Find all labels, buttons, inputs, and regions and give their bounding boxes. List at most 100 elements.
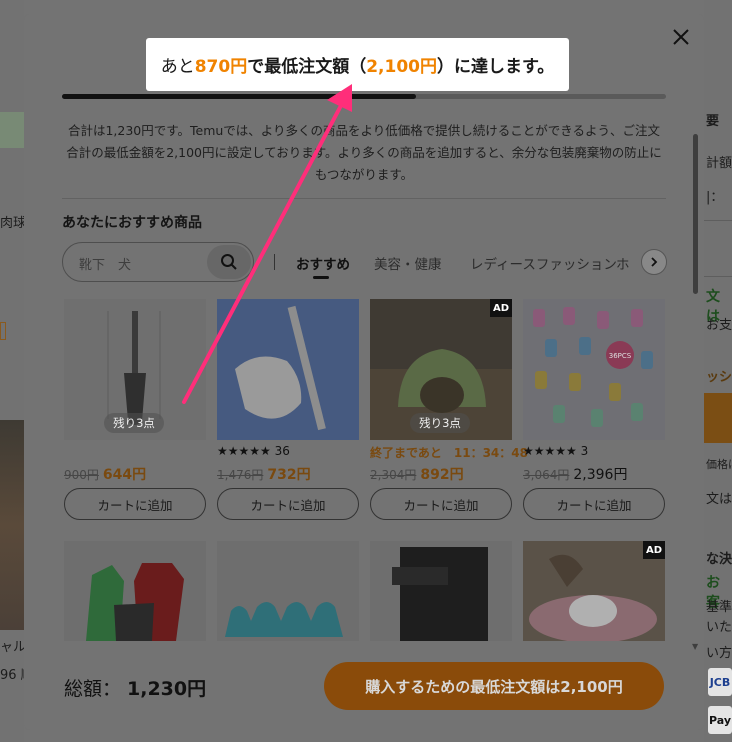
product-card[interactable]: AD <box>523 541 665 641</box>
product-image-pet-socks[interactable]: 36PCS <box>523 299 665 440</box>
tab-ladies-fashion[interactable]: レディースファッション <box>470 253 617 273</box>
stock-badge: 残り3点 <box>104 413 164 433</box>
callout-remaining-amount: 870円 <box>194 57 248 77</box>
close-icon <box>673 29 689 45</box>
silicone-mold-illustration <box>225 602 343 637</box>
background-photo <box>0 420 24 630</box>
gua-sha-illustration <box>235 305 326 431</box>
minimum-order-callout: あと 870円 で最低注文額（ 2,100円 ）に達します。 <box>146 38 569 91</box>
rating-stars: ★★★★★ <box>523 444 577 458</box>
tab-active-indicator <box>313 276 329 279</box>
sale-price: 732円 <box>267 467 311 483</box>
product-card[interactable] <box>64 541 206 641</box>
socks-pack-illustration: 36PCS <box>533 307 653 427</box>
tabs-next-button[interactable] <box>641 249 667 275</box>
background-text: いたし <box>706 620 732 635</box>
socks-pack-label: 36PCS <box>609 352 632 360</box>
product-image-pet-clothes[interactable] <box>64 541 206 641</box>
add-to-cart-button[interactable]: カートに追加 <box>64 488 206 520</box>
product-image-black-pouch[interactable] <box>370 541 512 641</box>
modal-body: 合計は1,230円です。Temuでは、より多くの商品をより低価格で提供し続けるこ… <box>24 14 704 730</box>
background-badge <box>0 322 6 340</box>
product-card[interactable]: ★★★★★ 36 1,476円 732円 カートに追加 <box>217 299 359 521</box>
background-text: 基準に <box>706 600 732 615</box>
add-to-cart-button[interactable]: カートに追加 <box>523 488 665 520</box>
price-block: 1,476円 732円 <box>217 464 311 484</box>
modal-scrollbar[interactable]: ▼ <box>692 134 698 654</box>
product-card[interactable]: 36PCS ★★★★★ 3 3,064円 2,396円 カートに追加 <box>523 299 665 521</box>
progress-fill <box>62 94 416 99</box>
jcb-logo: JCB <box>708 668 732 696</box>
stock-badge: 残り3点 <box>410 413 470 433</box>
background-right-column: 要 計額 |： 文は お支払 ッシュ 価格は 文は、 な決済 お客 基準に いた… <box>704 0 732 742</box>
rating-count: 3 <box>580 444 589 458</box>
product-rating: ★★★★★ 3 <box>523 444 588 458</box>
original-price: 1,476円 <box>217 468 264 482</box>
search-icon <box>221 254 237 270</box>
add-to-cart-button[interactable]: カートに追加 <box>370 488 512 520</box>
scrollbar-thumb[interactable] <box>693 134 698 294</box>
callout-suffix: ）に達します。 <box>436 57 555 77</box>
pet-clothes-illustration <box>86 563 184 641</box>
ad-badge: AD <box>643 541 665 559</box>
product-card[interactable] <box>370 541 512 641</box>
ad-badge: AD <box>490 299 512 317</box>
product-image-silicone-mold[interactable] <box>217 541 359 641</box>
search-placeholder: 靴下 犬 <box>79 258 132 273</box>
price-block: 900円 644円 <box>64 464 146 484</box>
product-card[interactable]: 残り3点 900円 644円 カートに追加 <box>64 299 206 521</box>
background-divider <box>704 220 732 221</box>
background-text: い方法 <box>706 646 732 661</box>
product-card[interactable]: 残り3点 AD 終了まであと 11：34：48 2,304円 892円 カートに追… <box>370 299 528 521</box>
sale-price: 644円 <box>102 467 147 483</box>
original-price: 900円 <box>64 468 99 482</box>
tab-separator <box>274 254 275 270</box>
apple-pay-logo: Pay <box>708 706 732 734</box>
sale-price: 2,396円 <box>573 467 628 483</box>
callout-minimum-amount: 2,100円 <box>366 57 437 77</box>
callout-middle: で最低注文額（ <box>247 57 367 77</box>
background-left-column: 肉球 ャルマ 96 順 <box>0 0 39 742</box>
product-image-scraper-tool[interactable]: 残り3点 <box>64 299 206 440</box>
background-text: |： <box>706 190 724 205</box>
background-text: 計額 <box>706 156 732 171</box>
background-text: お支払 <box>706 318 732 333</box>
total-label: 総額： <box>64 678 122 700</box>
product-image-pet-bed[interactable]: 残り3点 AD <box>370 299 512 440</box>
minimum-order-modal: 合計は1,230円です。Temuでは、より多くの商品をより低価格で提供し続けるこ… <box>24 14 704 730</box>
background-text: な決済 <box>706 552 732 567</box>
close-button[interactable] <box>669 25 693 49</box>
background-green-bar <box>0 112 24 148</box>
order-total: 総額： 1,230円 <box>64 674 206 701</box>
rating-stars: ★★★★★ <box>217 444 271 458</box>
tab-recommended[interactable]: おすすめ <box>296 253 350 273</box>
price-block: 3,064円 2,396円 <box>523 464 627 484</box>
search-input[interactable]: 靴下 犬 <box>62 242 254 282</box>
recommendations-title: あなたにおすすめ商品 <box>62 215 202 231</box>
pouch-illustration <box>392 547 488 641</box>
add-to-cart-button[interactable]: カートに追加 <box>217 488 359 520</box>
price-block: 2,304円 892円 <box>370 464 464 484</box>
divider <box>62 198 666 199</box>
background-text: 文は、 <box>706 492 732 507</box>
background-text: 価格は <box>706 458 732 471</box>
tab-beauty-health[interactable]: 美容・健康 <box>374 253 442 273</box>
sale-price: 892円 <box>420 467 464 483</box>
total-value: 1,230円 <box>127 678 207 700</box>
tab-home[interactable]: ホ <box>616 253 632 273</box>
product-image-gua-sha[interactable] <box>217 299 359 440</box>
chevron-right-icon <box>651 257 658 267</box>
countdown-timer: 終了まであと 11：34：48 <box>370 446 528 460</box>
product-card[interactable] <box>217 541 359 641</box>
modal-footer: 総額： 1,230円 購入するための最低注文額は2,100円 <box>24 650 704 730</box>
rating-count: 36 <box>274 444 290 458</box>
background-divider <box>704 276 732 277</box>
callout-prefix: あと <box>160 57 195 77</box>
search-button[interactable] <box>207 245 251 279</box>
product-image-cat-bed[interactable]: AD <box>523 541 665 641</box>
original-price: 3,064円 <box>523 468 570 482</box>
order-progress-bar <box>62 94 666 99</box>
background-text: 肉球 <box>0 216 27 231</box>
minimum-order-notice: 合計は1,230円です。Temuでは、より多くの商品をより低価格で提供し続けるこ… <box>66 123 662 182</box>
minimum-order-purchase-button[interactable]: 購入するための最低注文額は2,100円 <box>324 662 664 710</box>
